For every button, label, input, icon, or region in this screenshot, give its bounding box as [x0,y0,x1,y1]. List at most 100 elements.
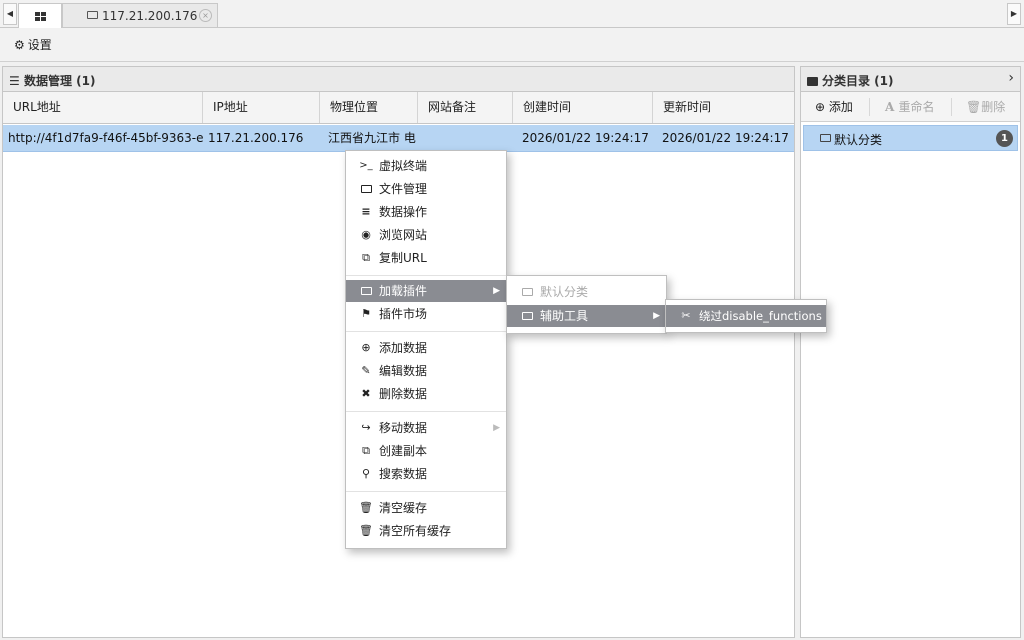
plus-circle-icon: ⊕ [361,341,371,354]
table-row[interactable]: http://4f1d7fa9-f46f-45bf-9363-e3 117.21… [3,125,794,152]
copy-icon: ⧉ [362,444,370,457]
folder-icon [820,134,831,142]
folder-icon [807,77,818,86]
menu-item-label: 删除数据 [379,387,428,401]
edit-icon: ✎ [361,364,371,377]
submenu-item-default-category[interactable]: 默认分类 [507,281,666,303]
panel-header: ☰ 数据管理 (1) [3,67,794,92]
menu-item-clear-all-cache[interactable]: 🗑 清空所有缓存 [346,520,506,542]
menu-item-label: 编辑数据 [379,364,428,378]
cell-ip: 117.21.200.176 [208,131,304,145]
close-icon[interactable]: × [199,9,212,22]
plugin-submenu: 默认分类 辅助工具 ▶ [506,275,667,334]
menu-divider [346,411,506,412]
category-title-text: 分类目录 (1) [822,74,894,88]
menu-item-label: 搜索数据 [379,467,428,481]
cell-updated: 2026/01/22 19:24:17 [662,131,789,145]
menu-item-clear-cache[interactable]: 🗑 清空缓存 [346,497,506,519]
column-header-url[interactable]: URL地址 [3,92,203,123]
column-header-created[interactable]: 创建时间 [513,92,653,123]
category-item-label: 默认分类 [834,133,883,147]
folder-icon [87,11,98,19]
submenu-item-label: 辅助工具 [540,309,589,323]
settings-label: 设置 [27,38,52,52]
submenu-arrow-icon: ▶ [493,423,500,433]
cell-location: 江西省九江市 电 [328,131,416,145]
terminal-icon: >_ [359,160,373,171]
cell-url: http://4f1d7fa9-f46f-45bf-9363-e3 [8,131,203,145]
folder-icon [359,280,373,303]
delete-category-button[interactable]: 🗑删除 [966,99,1005,115]
category-panel-title: 分类目录 (1) [807,72,894,89]
close-icon: ✖ [361,387,371,400]
rename-category-button[interactable]: A 重命名 [885,99,935,115]
menu-item-file-manager[interactable]: 文件管理 [346,178,506,200]
collapse-chevron-icon[interactable]: › [1008,70,1014,86]
menu-divider [346,491,506,492]
submenu-item-label: 绕过disable_functions [699,309,822,323]
tab-label: 117.21.200.176 [102,9,198,23]
table-header: URL地址 IP地址 物理位置 网站备注 创建时间 更新时间 [3,92,794,124]
panel-title-text: 数据管理 (1) [23,74,96,88]
list-icon: ☰ [9,74,24,88]
submenu-item-helper-tools[interactable]: 辅助工具 ▶ [507,305,666,327]
folder-open-icon [520,281,534,304]
menu-item-move-data[interactable]: ↪ 移动数据 ▶ [346,417,506,439]
menu-item-label: 浏览网站 [379,228,428,242]
column-header-note[interactable]: 网站备注 [418,92,513,123]
search-icon: ⚲ [361,467,371,480]
settings-button[interactable]: ⚙ 设置 [14,36,52,54]
menu-item-delete-data[interactable]: ✖ 删除数据 [346,383,506,405]
tab-scroll-right-button[interactable]: ▶ [1007,3,1021,25]
rename-category-label: 重命名 [898,100,935,114]
menu-item-label: 文件管理 [379,182,428,196]
menu-item-label: 移动数据 [379,421,428,435]
submenu-item-bypass-disable-functions[interactable]: ✂ 绕过disable_functions [666,305,826,327]
add-category-label: 添加 [828,100,853,114]
tools-submenu: ✂ 绕过disable_functions [665,299,827,333]
plus-circle-icon: ⊕ [815,100,829,114]
add-category-button[interactable]: ⊕ 添加 [815,99,853,115]
column-header-location[interactable]: 物理位置 [320,92,418,123]
submenu-arrow-icon: ▶ [653,311,660,321]
menu-item-label: 插件市场 [379,307,428,321]
menu-item-load-plugin[interactable]: 加载插件 ▶ [346,280,506,302]
share-icon: ↪ [361,421,371,434]
cart-icon: ⚑ [361,307,371,320]
gavel-icon: ✂ [681,309,691,322]
menu-item-clone[interactable]: ⧉ 创建副本 [346,440,506,462]
menu-item-label: 清空缓存 [379,501,428,515]
menu-item-label: 复制URL [379,251,427,265]
tab-shell-session[interactable]: 117.21.200.176 × [62,3,218,27]
settings-bar: ⚙ 设置 [0,28,1024,62]
menu-item-edit-data[interactable]: ✎ 编辑数据 [346,360,506,382]
menu-item-copy-url[interactable]: ⧉ 复制URL [346,247,506,269]
cell-created: 2026/01/22 19:24:17 [522,131,649,145]
menu-item-label: 加载插件 [379,284,428,298]
tab-home[interactable] [18,3,62,28]
tab-scroll-left-button[interactable]: ◀ [3,3,17,25]
menu-item-search[interactable]: ⚲ 搜索数据 [346,463,506,485]
menu-divider [346,331,506,332]
database-icon: ≡ [361,205,371,218]
menu-item-add-data[interactable]: ⊕ 添加数据 [346,337,506,359]
submenu-arrow-icon: ▶ [493,286,500,296]
column-header-ip[interactable]: IP地址 [203,92,320,123]
column-header-updated[interactable]: 更新时间 [653,92,794,123]
category-item-default[interactable]: 默认分类 1 [803,125,1018,151]
menu-item-plugin-market[interactable]: ⚑ 插件市场 [346,303,506,325]
menu-item-database[interactable]: ≡ 数据操作 [346,201,506,223]
cell-note [418,125,513,151]
folder-icon [359,178,373,201]
menu-item-label: 添加数据 [379,341,428,355]
grid-icon [35,12,46,21]
menu-item-label: 创建副本 [379,444,428,458]
category-panel-header: 分类目录 (1) › [801,67,1020,92]
menu-item-virtual-terminal[interactable]: >_ 虚拟终端 [346,155,506,177]
trash-icon: 🗑 [359,524,373,537]
trash-icon: 🗑 [359,501,373,514]
menu-item-browse-site[interactable]: ◉ 浏览网站 [346,224,506,246]
folder-open-icon [520,305,534,328]
menu-item-label: 清空所有缓存 [379,524,452,538]
category-panel: 分类目录 (1) › ⊕ 添加 A 重命名 🗑删除 默认分类 1 [800,66,1021,638]
